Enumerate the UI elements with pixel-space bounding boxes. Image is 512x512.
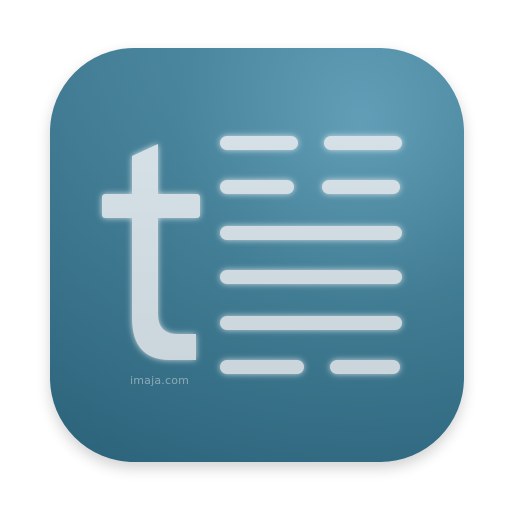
line-row-2-left — [220, 180, 294, 194]
app-icon[interactable]: imaja.com — [50, 48, 464, 462]
line-row-5 — [220, 316, 402, 330]
line-row-6-left — [220, 360, 304, 374]
line-row-6-right — [330, 360, 400, 374]
line-row-4 — [220, 270, 402, 284]
line-row-1-right — [324, 136, 402, 150]
line-row-3 — [220, 226, 402, 240]
t-letter-glyph — [102, 144, 200, 360]
line-row-2-right — [322, 180, 400, 194]
app-glyph — [102, 136, 402, 374]
line-row-1-left — [220, 136, 298, 150]
app-icon-stage: imaja.com — [0, 0, 512, 512]
text-lines-icon — [220, 136, 402, 374]
watermark-text: imaja.com — [130, 374, 190, 387]
